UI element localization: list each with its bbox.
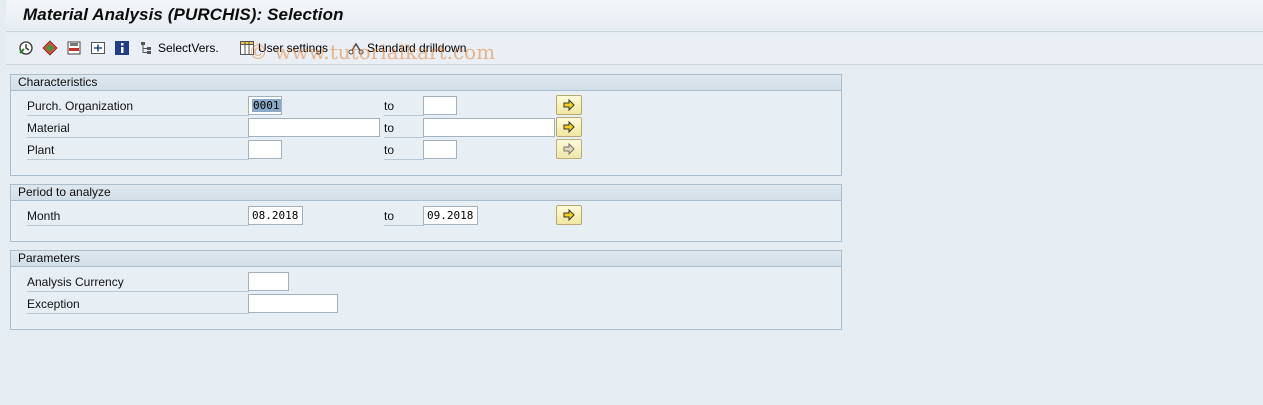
information-button[interactable] <box>114 39 130 57</box>
title-bar: Material Analysis (PURCHIS): Selection <box>6 0 1263 32</box>
execute-print-button[interactable] <box>42 39 58 57</box>
purch-organization-from-input[interactable]: 0001 <box>248 96 282 115</box>
select-versions-label: SelectVers. <box>158 41 219 55</box>
table-settings-icon <box>239 40 255 56</box>
exception-input[interactable] <box>248 294 338 313</box>
execute-print-icon <box>42 40 58 56</box>
selection-options-icon <box>90 40 106 56</box>
period-title: Period to analyze <box>11 185 841 201</box>
month-multiple-selection-button[interactable] <box>556 205 582 225</box>
arrow-right-icon <box>561 141 577 157</box>
selection-options-button[interactable] <box>90 39 106 57</box>
plant-from-input[interactable] <box>248 140 282 159</box>
execute-button[interactable] <box>18 39 34 57</box>
information-icon <box>114 40 130 56</box>
characteristics-title: Characteristics <box>11 75 841 91</box>
month-from-input[interactable]: 08.2018 <box>248 206 303 225</box>
arrow-right-icon <box>561 97 577 113</box>
purch-organization-to-label: to <box>384 97 424 116</box>
save-as-variant-icon <box>66 40 82 56</box>
month-label: Month <box>27 207 249 226</box>
plant-to-input[interactable] <box>423 140 457 159</box>
application-toolbar: SelectVers. User settings Standard drill… <box>6 33 1263 65</box>
purch-organization-from-value: 0001 <box>252 99 281 112</box>
month-to-input[interactable]: 09.2018 <box>423 206 478 225</box>
user-settings-button[interactable]: User settings <box>239 39 328 57</box>
standard-drilldown-button[interactable]: Standard drilldown <box>348 39 466 57</box>
material-label: Material <box>27 119 249 138</box>
month-to-label: to <box>384 207 424 226</box>
user-settings-label: User settings <box>258 41 329 55</box>
characteristics-group: Characteristics Purch. Organization 0001… <box>10 74 842 176</box>
save-as-variant-button[interactable] <box>66 39 82 57</box>
page-title: Material Analysis (PURCHIS): Selection <box>23 5 344 24</box>
hierarchy-icon <box>139 40 155 56</box>
exception-label: Exception <box>27 295 249 314</box>
material-to-label: to <box>384 119 424 138</box>
plant-label: Plant <box>27 141 249 160</box>
analysis-currency-input[interactable] <box>248 272 289 291</box>
drilldown-icon <box>348 40 364 56</box>
plant-to-label: to <box>384 141 424 160</box>
standard-drilldown-label: Standard drilldown <box>367 41 467 55</box>
analysis-currency-label: Analysis Currency <box>27 273 249 292</box>
material-from-input[interactable] <box>248 118 380 137</box>
material-to-input[interactable] <box>423 118 555 137</box>
select-versions-button[interactable]: SelectVers. <box>139 39 219 57</box>
purch-organization-label: Purch. Organization <box>27 97 249 116</box>
parameters-title: Parameters <box>11 251 841 267</box>
parameters-group: Parameters Analysis Currency Exception <box>10 250 842 330</box>
plant-multiple-selection-button[interactable] <box>556 139 582 159</box>
execute-icon <box>18 40 34 56</box>
period-group: Period to analyze Month 08.2018 to 09.20… <box>10 184 842 242</box>
arrow-right-icon <box>561 207 577 223</box>
purch-organization-to-input[interactable] <box>423 96 457 115</box>
material-multiple-selection-button[interactable] <box>556 117 582 137</box>
purch-organization-multiple-selection-button[interactable] <box>556 95 582 115</box>
arrow-right-icon <box>561 119 577 135</box>
